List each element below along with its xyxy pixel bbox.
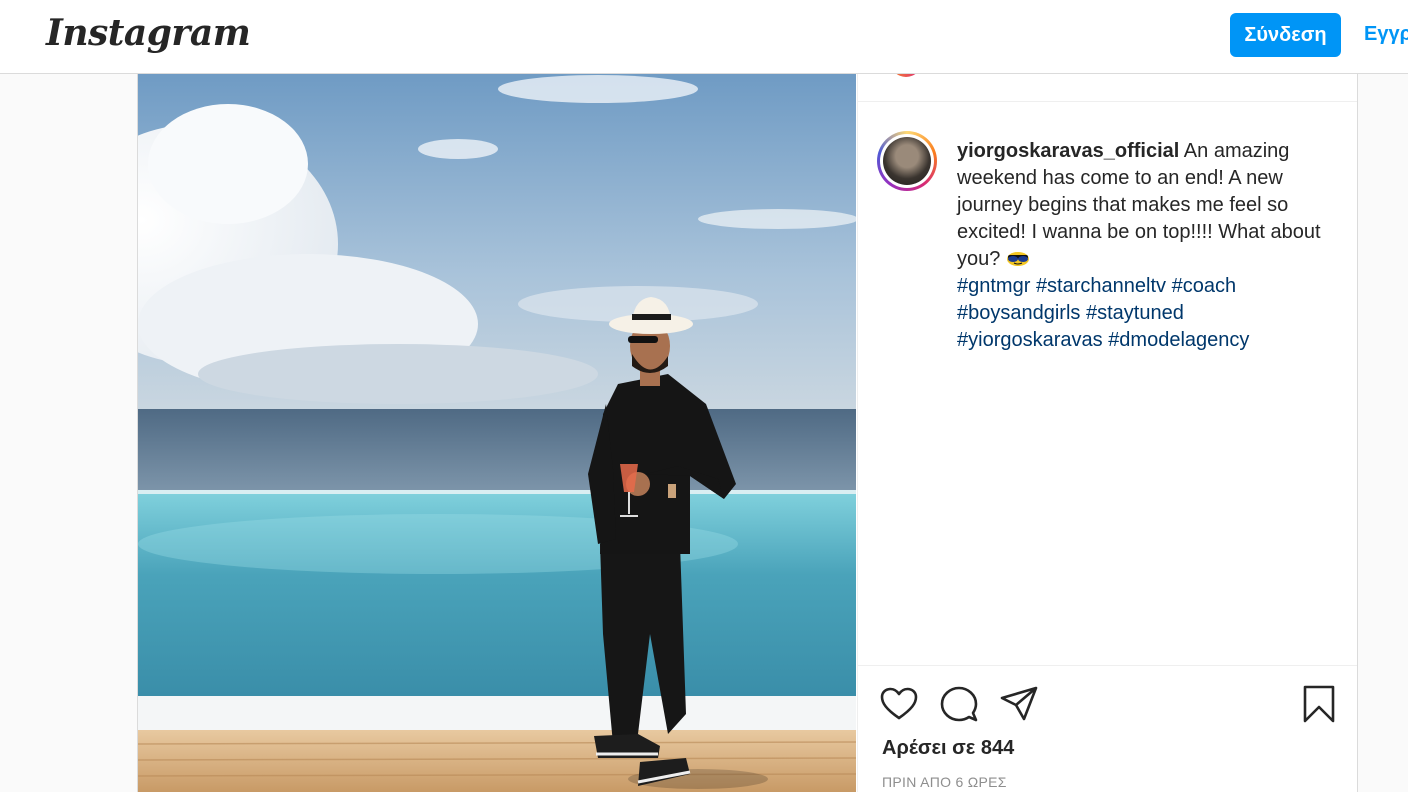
comment-button[interactable] bbox=[939, 684, 979, 724]
avatar-image bbox=[883, 137, 931, 185]
hashtag-link[interactable]: #starchanneltv bbox=[1036, 275, 1166, 297]
hashtag-link[interactable]: #yiorgoskaravas bbox=[957, 329, 1103, 351]
bookmark-icon bbox=[1303, 685, 1335, 723]
header-avatar[interactable] bbox=[890, 74, 922, 77]
hashtag-link[interactable]: #boysandgirls bbox=[957, 302, 1080, 324]
username-link[interactable]: yiorgoskaravas_official bbox=[957, 140, 1179, 162]
hashtag-list: #gntmgr #starchanneltv #coach #boysandgi… bbox=[957, 273, 1327, 354]
likes-count[interactable]: Αρέσει σε 844 bbox=[882, 737, 1014, 760]
post-photo[interactable] bbox=[138, 74, 856, 792]
post-actions: Αρέσει σε 844 ΠΡΙΝ ΑΠΟ 6 ΩΡΕΣ bbox=[858, 665, 1357, 792]
hashtag-link[interactable]: #gntmgr bbox=[957, 275, 1030, 297]
hashtag-link[interactable]: #dmodelagency bbox=[1108, 329, 1249, 351]
share-button[interactable] bbox=[999, 684, 1039, 724]
like-button[interactable] bbox=[879, 684, 919, 724]
hashtag-link[interactable]: #coach bbox=[1172, 275, 1237, 297]
post-photo-image bbox=[138, 74, 856, 792]
post-details-panel: yiorgoskaravas_official An amazing weeke… bbox=[857, 74, 1357, 792]
post-header bbox=[858, 74, 1357, 102]
post-card: yiorgoskaravas_official An amazing weeke… bbox=[137, 74, 1358, 792]
instagram-logo[interactable]: Instagram bbox=[46, 12, 251, 54]
comment-icon bbox=[940, 686, 978, 722]
hashtag-link[interactable]: #staytuned bbox=[1086, 302, 1184, 324]
heart-icon bbox=[880, 687, 918, 720]
top-nav: Instagram Σύνδεση Εγγρ bbox=[0, 0, 1408, 74]
avatar[interactable] bbox=[877, 131, 937, 191]
login-button[interactable]: Σύνδεση bbox=[1230, 13, 1341, 57]
avatar-ring bbox=[880, 134, 934, 188]
share-icon bbox=[1000, 686, 1038, 721]
post-caption: yiorgoskaravas_official An amazing weeke… bbox=[957, 138, 1327, 273]
post-timestamp[interactable]: ΠΡΙΝ ΑΠΟ 6 ΩΡΕΣ bbox=[882, 774, 1007, 790]
signup-link[interactable]: Εγγρ bbox=[1364, 23, 1408, 46]
save-button[interactable] bbox=[1299, 684, 1339, 724]
sunglasses-emoji-icon bbox=[1006, 252, 1029, 266]
